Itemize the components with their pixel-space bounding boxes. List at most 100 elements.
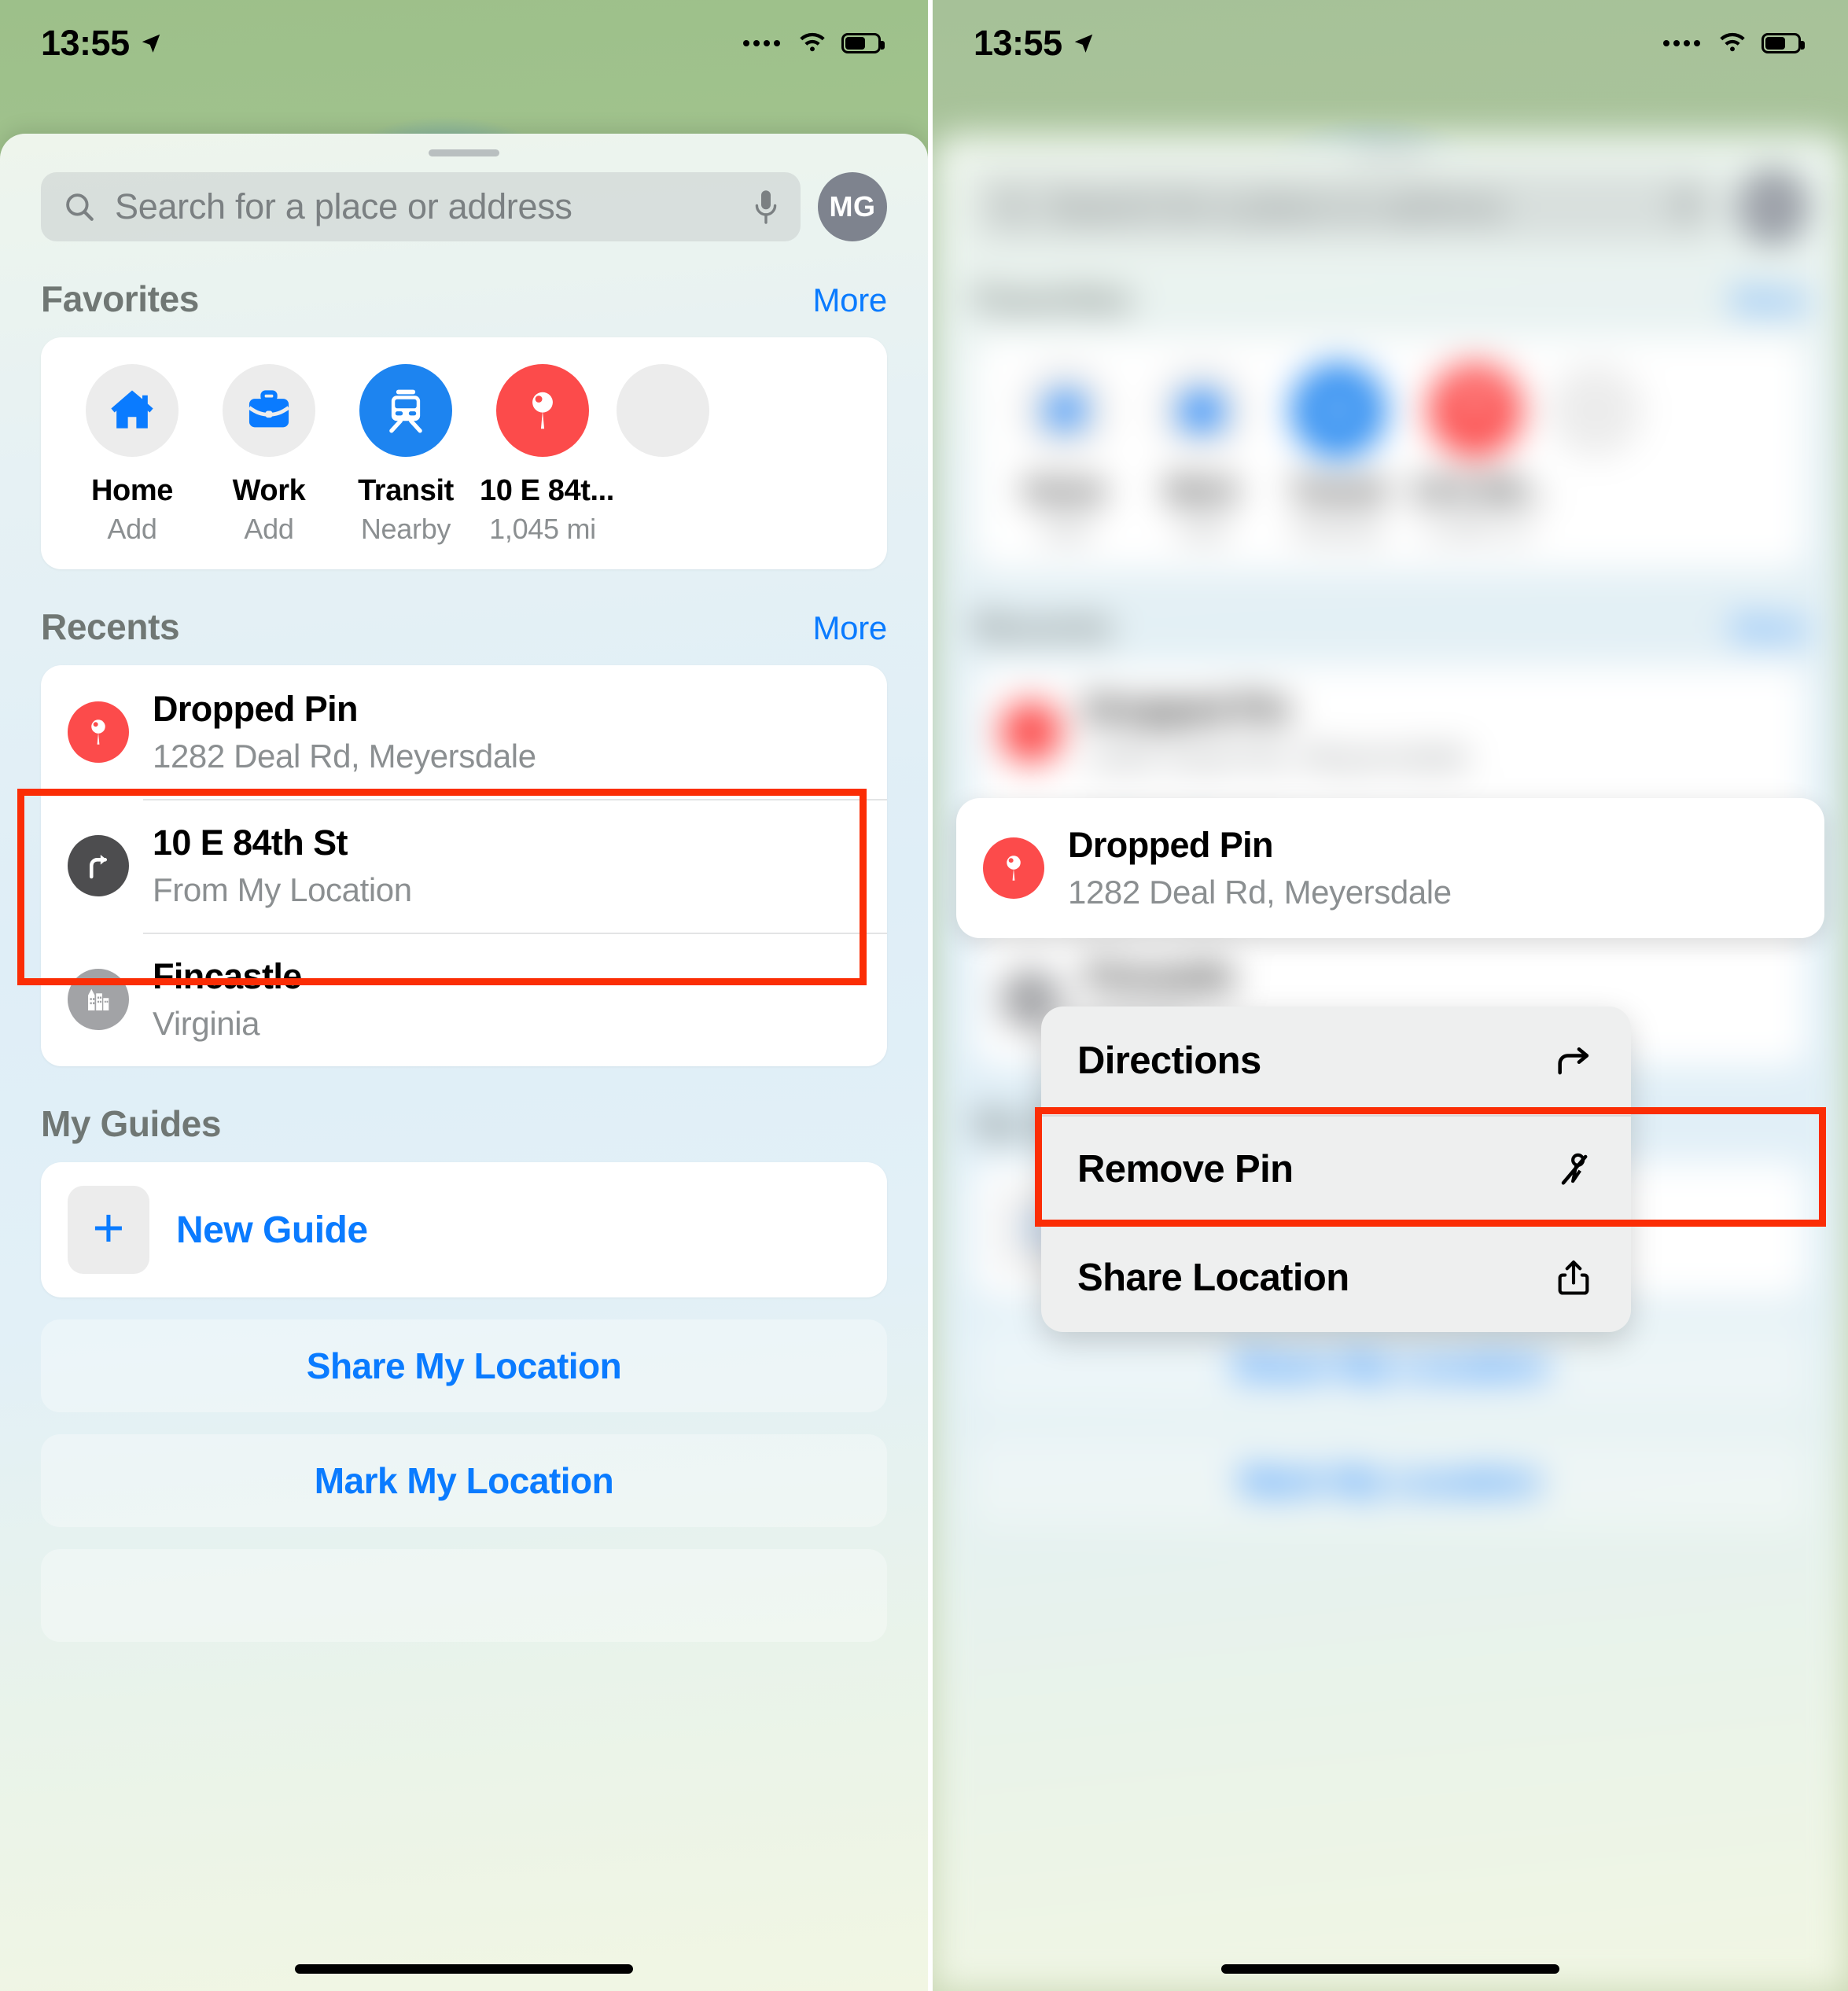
favorite-item-home[interactable]: Home Add [69,364,195,546]
maps-bottom-sheet: Search for a place or address MG Favorit… [0,134,928,1991]
recents-more-button[interactable]: More [813,609,888,647]
favorite-item-partial [1549,364,1642,474]
recent-item-fincastle[interactable]: Fincastle Virginia [41,933,887,1066]
recent-item-title: Fincastle [153,956,302,996]
map-pin-icon [1465,392,1485,429]
guides-header: My Guides [0,1102,928,1145]
favorites-more-button[interactable]: More [813,282,888,319]
recent-item-dropped-pin[interactable]: Dropped Pin 1282 Deal Rd, Meyersdale [41,665,887,799]
remove-pin-icon [1552,1148,1595,1191]
favorite-sublabel: Nearby [1293,513,1384,545]
favorite-label: Transit [358,474,454,507]
avatar[interactable]: MG [818,172,887,241]
search-row: Search for a place or address MG [0,156,928,241]
guides-title: My Guides [41,1103,222,1144]
favorites-card: Home Add Work Add Transit Nearby 10 E 84… [974,337,1807,569]
house-icon [111,390,153,429]
briefcase-icon [1181,390,1222,428]
recent-item-text: Dropped Pin 1282 Deal Rd, Meyersdale [153,689,536,775]
status-bar-right [743,32,885,54]
partial-icon-bubble [617,364,709,457]
city-buildings-icon-bubble [68,969,129,1030]
search-placeholder: Search for a place or address [115,186,572,226]
recent-item-text: Dropped Pin 1282 Deal Rd, Meyersdale [1085,689,1469,775]
share-icon [1552,1257,1595,1299]
favorite-label: Work [232,474,306,507]
map-pin-icon-bubble [1429,364,1522,457]
map-pin-icon-bubble [1000,701,1062,763]
recent-item-text: 10 E 84th St From My Location [153,823,412,909]
recents-title: Recents [41,606,180,647]
city-buildings-icon [88,988,109,1010]
context-menu-label: Directions [1077,1040,1261,1082]
recents-title: Recents [974,606,1113,647]
wifi-icon [1720,32,1745,52]
share-my-location-button[interactable]: Share My Location [41,1319,887,1412]
sheet-grabber [1355,149,1426,156]
new-guide-button[interactable]: + New Guide [41,1162,887,1297]
favorite-sublabel: 1,045 mi [1422,513,1529,545]
recent-item-subtitle: From My Location [153,871,412,908]
mark-my-location-button[interactable]: Mark My Location [41,1434,887,1527]
favorite-item-transit: Transit Nearby [1276,364,1401,546]
context-menu-item-directions[interactable]: Directions [1041,1007,1631,1115]
search-input[interactable]: Search for a place or address [41,172,801,241]
recents-header: Recents More [933,605,1848,648]
partial-icon-bubble [1549,364,1642,457]
context-menu-label: Remove Pin [1077,1148,1294,1191]
context-menu-item-share-location[interactable]: Share Location [1041,1224,1631,1332]
microphone-icon[interactable] [755,190,777,224]
briefcase-icon-bubble [1155,364,1248,457]
favorite-label: Work [1165,474,1239,507]
recent-item-10-e-84th-st[interactable]: 10 E 84th St From My Location [41,799,887,933]
recent-item-title: 10 E 84th St [153,823,348,863]
plus-icon: + [92,1197,125,1258]
favorite-sublabel: Nearby [360,513,451,545]
search-placeholder: Search for a place or address [1047,186,1505,226]
favorite-sublabel: Add [1176,513,1227,545]
favorite-sublabel: 1,045 mi [489,513,596,545]
context-pin-card[interactable]: Dropped Pin 1282 Deal Rd, Meyersdale [956,798,1824,938]
status-bar: 13:55 [933,0,1848,86]
extra-action-button[interactable] [41,1549,887,1642]
new-guide-label: New Guide [176,1209,368,1251]
favorite-label: Home [91,474,173,507]
favorites-title: Favorites [41,278,199,319]
sheet-grabber[interactable] [429,149,499,156]
map-pin-icon-bubble [983,837,1044,899]
favorite-item-address[interactable]: 10 E 84t... 1,045 mi [480,364,614,546]
train-icon [389,389,422,433]
search-input: Search for a place or address [974,172,1721,241]
context-pin-text: Dropped Pin 1282 Deal Rd, Meyersdale [1068,825,1452,911]
turn-right-icon [89,855,108,879]
favorite-item-transit[interactable]: Transit Nearby [343,364,469,546]
recent-item-subtitle: 1282 Deal Rd, Meyersdale [153,738,536,775]
recent-item-text: Fincastle Virginia [153,956,302,1043]
favorite-label: Transit [1290,474,1386,507]
map-pin-icon [1007,856,1021,881]
status-bar: 13:55 [0,0,928,86]
briefcase-icon [248,390,290,428]
favorite-label: Home [1024,474,1106,507]
cellular-dots-icon [1663,40,1700,46]
favorite-item-partial[interactable] [617,364,709,474]
location-arrow-icon [142,34,160,53]
recent-item-dropped-pin: Dropped Pin 1282 Deal Rd, Meyersdale [974,665,1807,799]
context-menu-item-remove-pin[interactable]: Remove Pin [1041,1115,1631,1224]
favorites-title: Favorites [974,278,1132,319]
context-menu: Directions Remove Pin Share Location [1041,1007,1631,1332]
microphone-icon [1675,190,1697,223]
favorite-label: 10 E 84t... [480,474,614,507]
house-icon-bubble [1018,364,1111,457]
map-pin-icon [532,392,553,429]
recent-item-title: Fincastle [1085,956,1235,996]
favorite-label: 10 E 84t... [1412,474,1547,507]
right-screen: Search for a place or address MG Favorit… [933,0,1848,1991]
favorite-item-work[interactable]: Work Add [206,364,332,546]
search-icon [999,193,1026,221]
status-bar-clock: 13:55 [41,23,130,63]
favorites-header: Favorites More [933,278,1848,320]
cellular-dots-icon [743,40,780,46]
mark-my-location-label: Mark My Location [1240,1460,1541,1501]
recents-card: Dropped Pin 1282 Deal Rd, Meyersdale 10 … [41,665,887,1066]
